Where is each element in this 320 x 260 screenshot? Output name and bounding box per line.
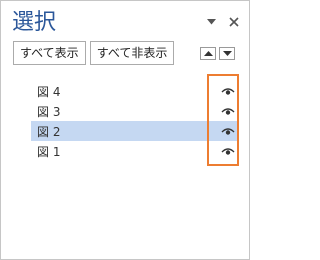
eye-icon[interactable] <box>221 106 235 116</box>
shape-item-selected[interactable]: 図 2 <box>31 121 237 141</box>
shape-name: 図 4 <box>37 84 61 99</box>
eye-icon[interactable] <box>221 146 235 156</box>
pane-title: 選択 <box>12 10 57 35</box>
shape-name: 図 2 <box>37 124 61 139</box>
shape-item[interactable]: 図 3 <box>31 101 237 121</box>
selection-pane: 選択 すべて表示 すべて非表示 図 4 図 3 図 2 図 1 <box>0 0 250 260</box>
show-all-button[interactable]: すべて表示 <box>13 41 86 65</box>
arrow-down-icon <box>222 51 232 56</box>
shape-list: 図 4 図 3 図 2 図 1 <box>31 81 237 161</box>
send-backward-button[interactable] <box>219 47 235 60</box>
hide-all-button[interactable]: すべて非表示 <box>89 41 175 65</box>
arrow-up-icon <box>203 51 213 56</box>
pane-header-icons <box>204 15 241 29</box>
visibility-button-row: すべて表示 すべて非表示 <box>13 41 175 65</box>
eye-icon[interactable] <box>221 86 235 96</box>
shape-name: 図 3 <box>37 104 61 119</box>
reorder-buttons <box>200 47 235 60</box>
chevron-down-icon[interactable] <box>204 15 218 29</box>
bring-forward-button[interactable] <box>200 47 216 60</box>
shape-name: 図 1 <box>37 144 61 159</box>
eye-icon[interactable] <box>221 126 235 136</box>
shape-item[interactable]: 図 4 <box>31 81 237 101</box>
close-icon[interactable] <box>227 15 241 29</box>
shape-item[interactable]: 図 1 <box>31 141 237 161</box>
